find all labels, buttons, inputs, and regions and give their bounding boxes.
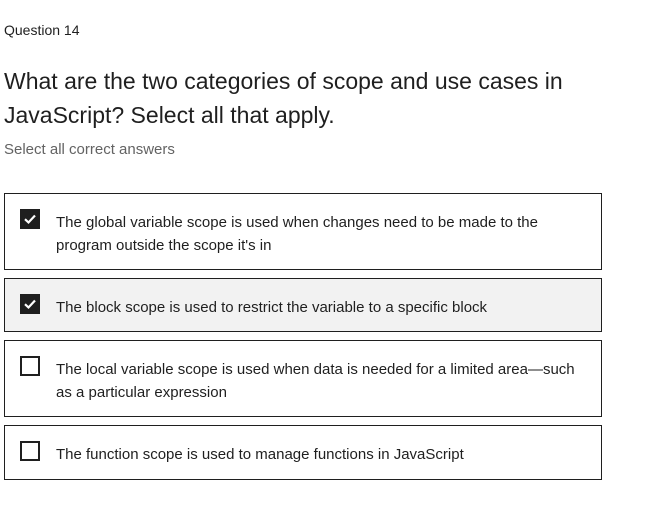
checkmark-icon [24,214,36,225]
answer-option-3[interactable]: The local variable scope is used when da… [4,340,602,417]
checkbox-unchecked-icon[interactable] [20,356,40,376]
checkbox-checked-icon[interactable] [20,209,40,229]
answer-option-label: The global variable scope is used when c… [56,214,538,254]
checkmark-icon [24,299,36,310]
checkbox-unchecked-icon[interactable] [20,441,40,461]
answer-option-label: The block scope is used to restrict the … [56,299,488,316]
answer-option-2[interactable]: The block scope is used to restrict the … [4,278,602,332]
checkbox-checked-icon[interactable] [20,294,40,314]
question-instruction: Select all correct answers [4,141,175,158]
answer-option-label: The function scope is used to manage fun… [56,446,464,463]
answer-option-label: The local variable scope is used when da… [56,361,575,401]
answer-option-1[interactable]: The global variable scope is used when c… [4,193,602,270]
answer-option-4[interactable]: The function scope is used to manage fun… [4,425,602,480]
question-number: Question 14 [4,22,80,38]
question-title: What are the two categories of scope and… [4,68,563,128]
